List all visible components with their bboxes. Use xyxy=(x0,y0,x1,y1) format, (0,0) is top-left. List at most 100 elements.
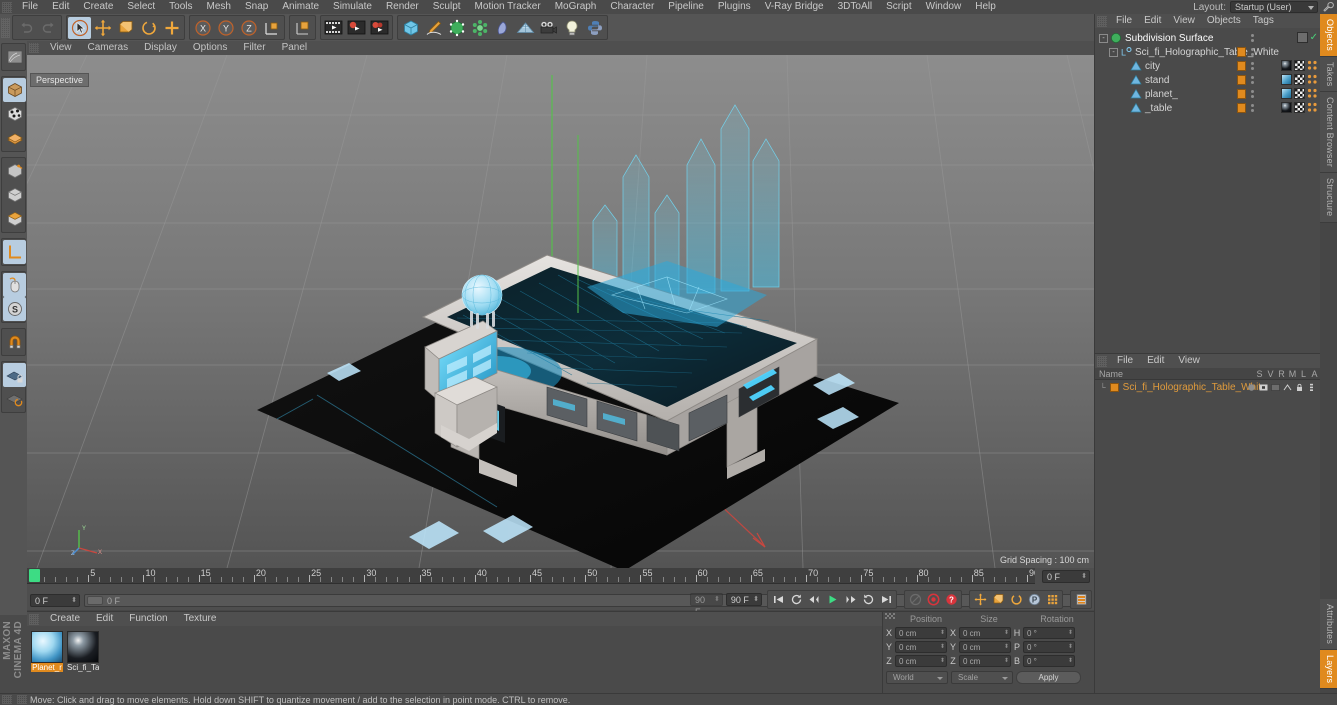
lock-x-axis-button[interactable]: X xyxy=(191,17,214,39)
layer-menu-file[interactable]: File xyxy=(1110,354,1140,368)
right-tab-structure[interactable]: Structure xyxy=(1320,173,1337,223)
render-view-button[interactable] xyxy=(322,17,345,39)
texture-mode-button[interactable] xyxy=(3,45,26,69)
checkmark-icon[interactable]: ✓ xyxy=(1310,32,1318,43)
material-menu-texture[interactable]: Texture xyxy=(176,612,225,626)
previous-key-button[interactable] xyxy=(787,591,805,608)
dark-sphere-tag[interactable] xyxy=(1281,102,1292,113)
go-to-start-button[interactable] xyxy=(769,591,787,608)
status-grip-handle[interactable] xyxy=(2,695,12,704)
visibility-dots[interactable] xyxy=(1251,48,1254,56)
record-position-button[interactable] xyxy=(971,591,989,608)
scene-object-button[interactable] xyxy=(514,17,537,39)
workplane-button[interactable] xyxy=(3,387,26,411)
live-selection-tool[interactable] xyxy=(68,16,91,39)
material-chip[interactable]: Planet_r xyxy=(31,631,63,672)
visibility-dots[interactable] xyxy=(1251,104,1254,112)
viewport-menu-display[interactable]: Display xyxy=(136,41,185,55)
current-frame-marker[interactable] xyxy=(29,569,40,582)
wrench-icon[interactable] xyxy=(1322,1,1334,13)
rotation-b-input[interactable]: 0 ° xyxy=(1023,655,1075,667)
object-tags[interactable] xyxy=(1281,74,1318,85)
object-tags[interactable] xyxy=(1281,88,1318,99)
texture-tool-button[interactable] xyxy=(3,207,26,231)
step-forward-button[interactable] xyxy=(841,591,859,608)
viewport-menu-options[interactable]: Options xyxy=(185,41,235,55)
size-x-input[interactable]: 0 cm xyxy=(959,627,1011,639)
position-z-input[interactable]: 0 cm xyxy=(895,655,947,667)
lock-toggle-icon[interactable] xyxy=(1295,383,1304,392)
menu-sculpt[interactable]: Sculpt xyxy=(426,0,468,14)
right-tab-objects[interactable]: Objects xyxy=(1320,14,1337,57)
record-points-button[interactable] xyxy=(1043,591,1061,608)
generator-button[interactable] xyxy=(445,17,468,39)
manager-toggle-icon[interactable] xyxy=(1283,383,1292,392)
uv-tag[interactable] xyxy=(1307,88,1318,99)
layer-toggle-cells[interactable] xyxy=(1247,383,1316,392)
viewport-panel[interactable]: View Cameras Display Options Filter Panel xyxy=(27,41,1094,568)
record-scale-button[interactable] xyxy=(989,591,1007,608)
menu-pipeline[interactable]: Pipeline xyxy=(661,0,711,14)
size-z-input[interactable]: 0 cm xyxy=(959,655,1011,667)
menu-select[interactable]: Select xyxy=(120,0,162,14)
undo-button[interactable] xyxy=(14,17,37,39)
light-button[interactable] xyxy=(560,17,583,39)
scale-tool[interactable] xyxy=(114,17,137,39)
apply-button[interactable]: Apply xyxy=(1016,671,1081,684)
menu-3dtoall[interactable]: 3DToAll xyxy=(831,0,879,14)
go-to-end-button[interactable] xyxy=(877,591,895,608)
menu-file[interactable]: File xyxy=(15,0,45,14)
render-settings-button[interactable] xyxy=(368,17,391,39)
current-frame-field[interactable]: 0 F xyxy=(1042,570,1090,583)
object-tree-row[interactable]: - Subdivision Surface ✓ xyxy=(1095,31,1320,45)
layer-menu-view[interactable]: View xyxy=(1171,354,1207,368)
keyframe-preset-button[interactable] xyxy=(1072,591,1090,608)
blue-tag[interactable] xyxy=(1281,74,1292,85)
layer-color-tag[interactable] xyxy=(1237,47,1246,57)
layer-color-tag[interactable] xyxy=(1237,103,1246,113)
object-mode-button[interactable] xyxy=(3,78,26,102)
menu-script[interactable]: Script xyxy=(879,0,919,14)
menu-mesh[interactable]: Mesh xyxy=(200,0,238,14)
soft-selection-button[interactable]: S xyxy=(3,297,26,321)
menu-render[interactable]: Render xyxy=(379,0,426,14)
next-key-button[interactable] xyxy=(859,591,877,608)
menu-tools[interactable]: Tools xyxy=(162,0,199,14)
object-tags[interactable] xyxy=(1281,102,1318,113)
render-toggle-icon[interactable] xyxy=(1271,383,1280,392)
enable-checkbox-group[interactable]: ✓ xyxy=(1296,32,1318,43)
uv-tag[interactable] xyxy=(1307,102,1318,113)
menu-window[interactable]: Window xyxy=(919,0,969,14)
right-tab-content-browser[interactable]: Content Browser xyxy=(1320,92,1337,174)
menu-simulate[interactable]: Simulate xyxy=(326,0,379,14)
powerslider-frame-field[interactable]: 0 F xyxy=(30,593,80,607)
viewport-menu-grip[interactable] xyxy=(29,43,39,53)
material-menu-create[interactable]: Create xyxy=(42,612,88,626)
object-menu-edit[interactable]: Edit xyxy=(1138,14,1167,28)
layer-rows[interactable]: └ Sci_fi_Holographic_Table_White xyxy=(1095,380,1320,394)
mograph-button[interactable] xyxy=(468,17,491,39)
autokey-button[interactable] xyxy=(906,591,924,608)
step-back-button[interactable] xyxy=(805,591,823,608)
viewport-menu-panel[interactable]: Panel xyxy=(274,41,316,55)
object-axis-button[interactable] xyxy=(291,17,314,39)
object-tree-row[interactable]: stand xyxy=(1095,73,1320,87)
polygon-mode-button[interactable] xyxy=(3,126,26,150)
menu-mograph[interactable]: MoGraph xyxy=(548,0,604,14)
visibility-dots[interactable] xyxy=(1251,76,1254,84)
material-preview-swatch[interactable] xyxy=(31,631,63,663)
document-end-field[interactable]: 90 F xyxy=(725,593,762,606)
lock-y-axis-button[interactable]: Y xyxy=(214,17,237,39)
timeline-ruler[interactable]: 051015202530354045505560657075808590 xyxy=(27,568,1035,584)
visible-toggle-icon[interactable] xyxy=(1259,383,1268,392)
object-tree[interactable]: - Subdivision Surface ✓ - L Sci_fi_Holographi… xyxy=(1095,28,1320,115)
layer-row[interactable]: └ Sci_fi_Holographic_Table_White xyxy=(1095,380,1320,394)
visibility-dots[interactable] xyxy=(1251,90,1254,98)
deformer-button[interactable] xyxy=(491,17,514,39)
visibility-dots[interactable] xyxy=(1251,34,1254,42)
menu-plugins[interactable]: Plugins xyxy=(711,0,758,14)
object-tree-row[interactable]: city xyxy=(1095,59,1320,73)
rotation-p-input[interactable]: 0 ° xyxy=(1023,641,1075,653)
visibility-dots[interactable] xyxy=(1251,62,1254,70)
expand-toggle-icon[interactable]: - xyxy=(1109,47,1118,57)
